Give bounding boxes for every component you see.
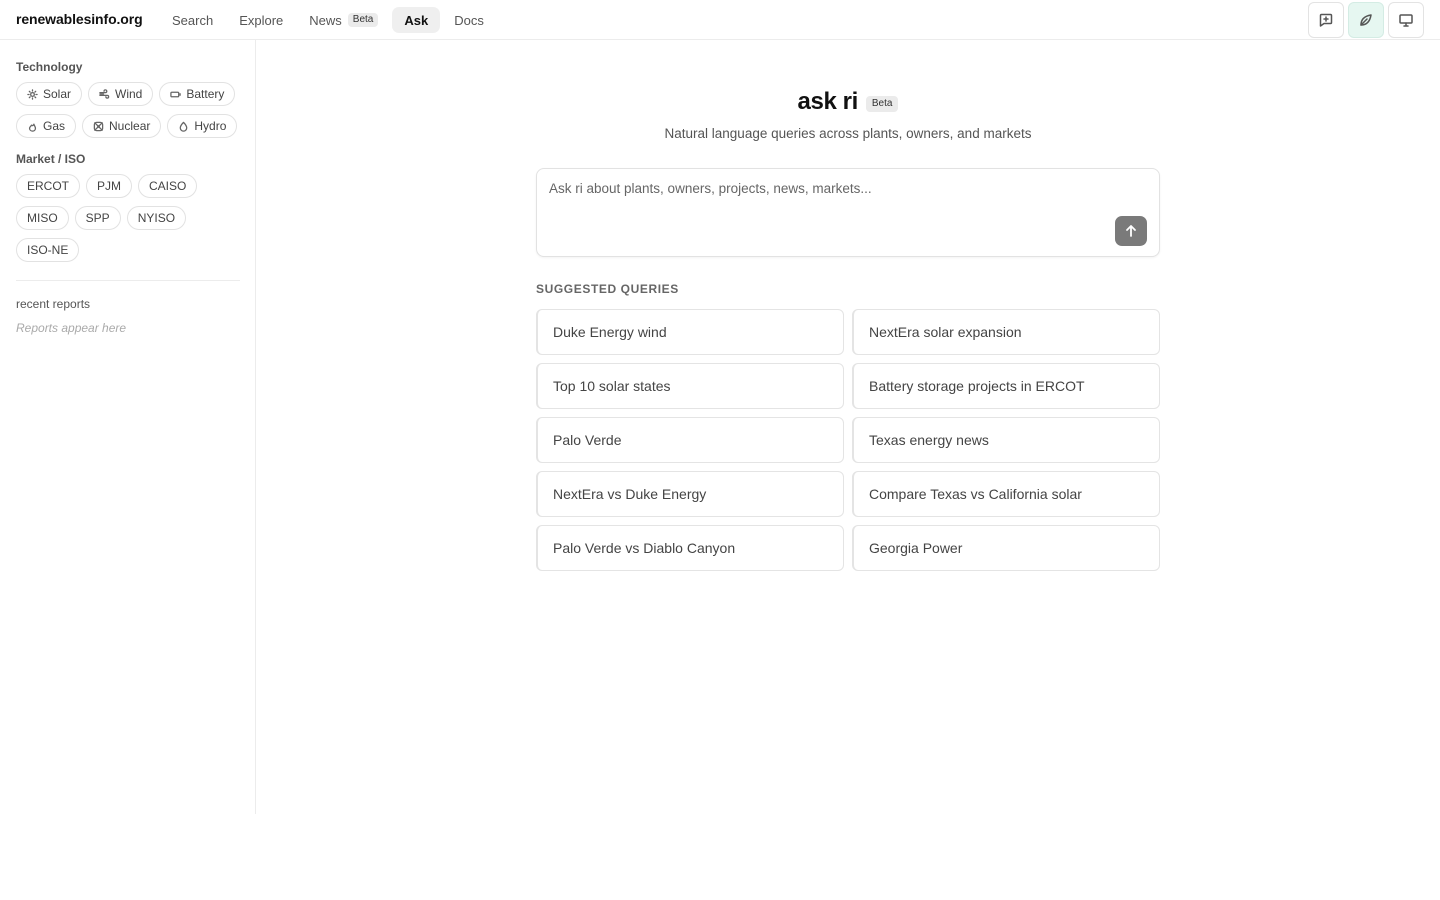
title-beta-badge: Beta <box>865 95 899 112</box>
chip-iso-ne[interactable]: ISO-NE <box>16 238 80 262</box>
chip-gas[interactable]: Gas <box>16 114 77 138</box>
chip-battery[interactable]: Battery <box>159 82 236 106</box>
chip-nuclear[interactable]: Nuclear <box>82 114 162 138</box>
nav-search-label: Search <box>172 12 214 28</box>
top-bar: renewablesinfo.org Search Explore News Be… <box>0 0 1440 40</box>
brand-logo[interactable]: renewablesinfo.org <box>16 11 143 27</box>
suggested-queries-label: SUGGESTED QUERIES <box>536 282 679 296</box>
new-chat-icon <box>1319 13 1333 27</box>
nav-docs[interactable]: Docs <box>442 7 496 33</box>
main-content: ask ri Beta Natural language queries acr… <box>256 40 1440 900</box>
leaf-theme-button[interactable] <box>1348 2 1384 38</box>
chip-label: Battery <box>186 87 225 101</box>
chip-ercot[interactable]: ERCOT <box>16 174 80 198</box>
suggested-query[interactable]: Duke Energy wind <box>536 309 844 355</box>
chip-miso[interactable]: MISO <box>16 206 69 230</box>
sidebar-divider <box>16 280 240 281</box>
sidebar: Technology Solar Wind Battery Gas Nuclea… <box>0 40 256 814</box>
hero-title-row: ask ri Beta <box>536 88 1160 116</box>
chip-label: Gas <box>43 119 66 133</box>
hero: ask ri Beta Natural language queries acr… <box>536 88 1160 141</box>
ask-input[interactable] <box>549 181 1109 196</box>
suggested-query[interactable]: Top 10 solar states <box>536 363 844 409</box>
ask-box <box>536 168 1160 257</box>
chip-solar[interactable]: Solar <box>16 82 83 106</box>
nav-explore-label: Explore <box>239 12 284 28</box>
suggested-query[interactable]: Palo Verde <box>536 417 844 463</box>
atom-icon <box>93 121 104 131</box>
chip-wind[interactable]: Wind <box>88 82 154 106</box>
suggested-query[interactable]: NextEra vs Duke Energy <box>536 471 844 517</box>
recent-reports-title: recent reports <box>16 297 91 311</box>
chip-nyiso[interactable]: NYISO <box>126 206 187 230</box>
chip-pjm[interactable]: PJM <box>86 174 132 198</box>
monitor-icon <box>1399 14 1413 27</box>
chip-label: Hydro <box>194 119 227 133</box>
recent-reports-empty: Reports appear here <box>16 321 127 335</box>
beta-badge: Beta <box>347 13 379 27</box>
sun-icon <box>27 88 38 100</box>
nav-ask[interactable]: Ask <box>392 7 441 33</box>
market-chips: ERCOT PJM CAISO MISO SPP NYISO ISO-NE <box>16 174 240 262</box>
suggested-queries-grid: Duke Energy wind NextEra solar expansion… <box>536 309 1160 571</box>
chip-spp[interactable]: SPP <box>74 206 121 230</box>
header-actions <box>1308 2 1424 38</box>
suggested-query[interactable]: Georgia Power <box>852 525 1160 571</box>
wind-icon <box>99 88 110 99</box>
page-subtitle: Natural language queries across plants, … <box>664 126 1032 141</box>
technology-heading: Technology <box>16 60 83 74</box>
chip-label: Solar <box>43 87 72 101</box>
nav-docs-label: Docs <box>454 12 484 28</box>
battery-icon <box>170 91 182 97</box>
flame-icon <box>28 123 37 132</box>
suggested-query[interactable]: Compare Texas vs California solar <box>852 471 1160 517</box>
main-nav: Search Explore News Beta Ask Docs <box>160 7 496 33</box>
technology-chips: Solar Wind Battery Gas Nuclear Hydro <box>16 82 240 138</box>
leaf-icon <box>1360 14 1372 26</box>
send-button[interactable] <box>1115 216 1147 246</box>
suggested-query[interactable]: Palo Verde vs Diablo Canyon <box>536 525 844 571</box>
market-heading: Market / ISO <box>16 152 86 166</box>
display-button[interactable] <box>1388 2 1424 38</box>
suggested-query[interactable]: Battery storage projects in ERCOT <box>852 363 1160 409</box>
droplet-icon <box>180 121 188 132</box>
chip-caiso[interactable]: CAISO <box>138 174 198 198</box>
nav-ask-label: Ask <box>404 12 429 28</box>
page-title: ask ri <box>797 88 859 115</box>
arrow-up-icon <box>1126 225 1136 237</box>
suggested-query[interactable]: NextEra solar expansion <box>852 309 1160 355</box>
nav-news-label: News <box>309 12 342 28</box>
nav-search[interactable]: Search <box>160 7 225 33</box>
chip-label: Nuclear <box>109 119 151 133</box>
suggested-query[interactable]: Texas energy news <box>852 417 1160 463</box>
chip-label: Wind <box>115 87 143 101</box>
new-chat-button[interactable] <box>1308 2 1344 38</box>
chip-hydro[interactable]: Hydro <box>167 114 238 138</box>
nav-explore[interactable]: Explore <box>227 7 295 33</box>
nav-news[interactable]: News Beta <box>297 7 390 33</box>
